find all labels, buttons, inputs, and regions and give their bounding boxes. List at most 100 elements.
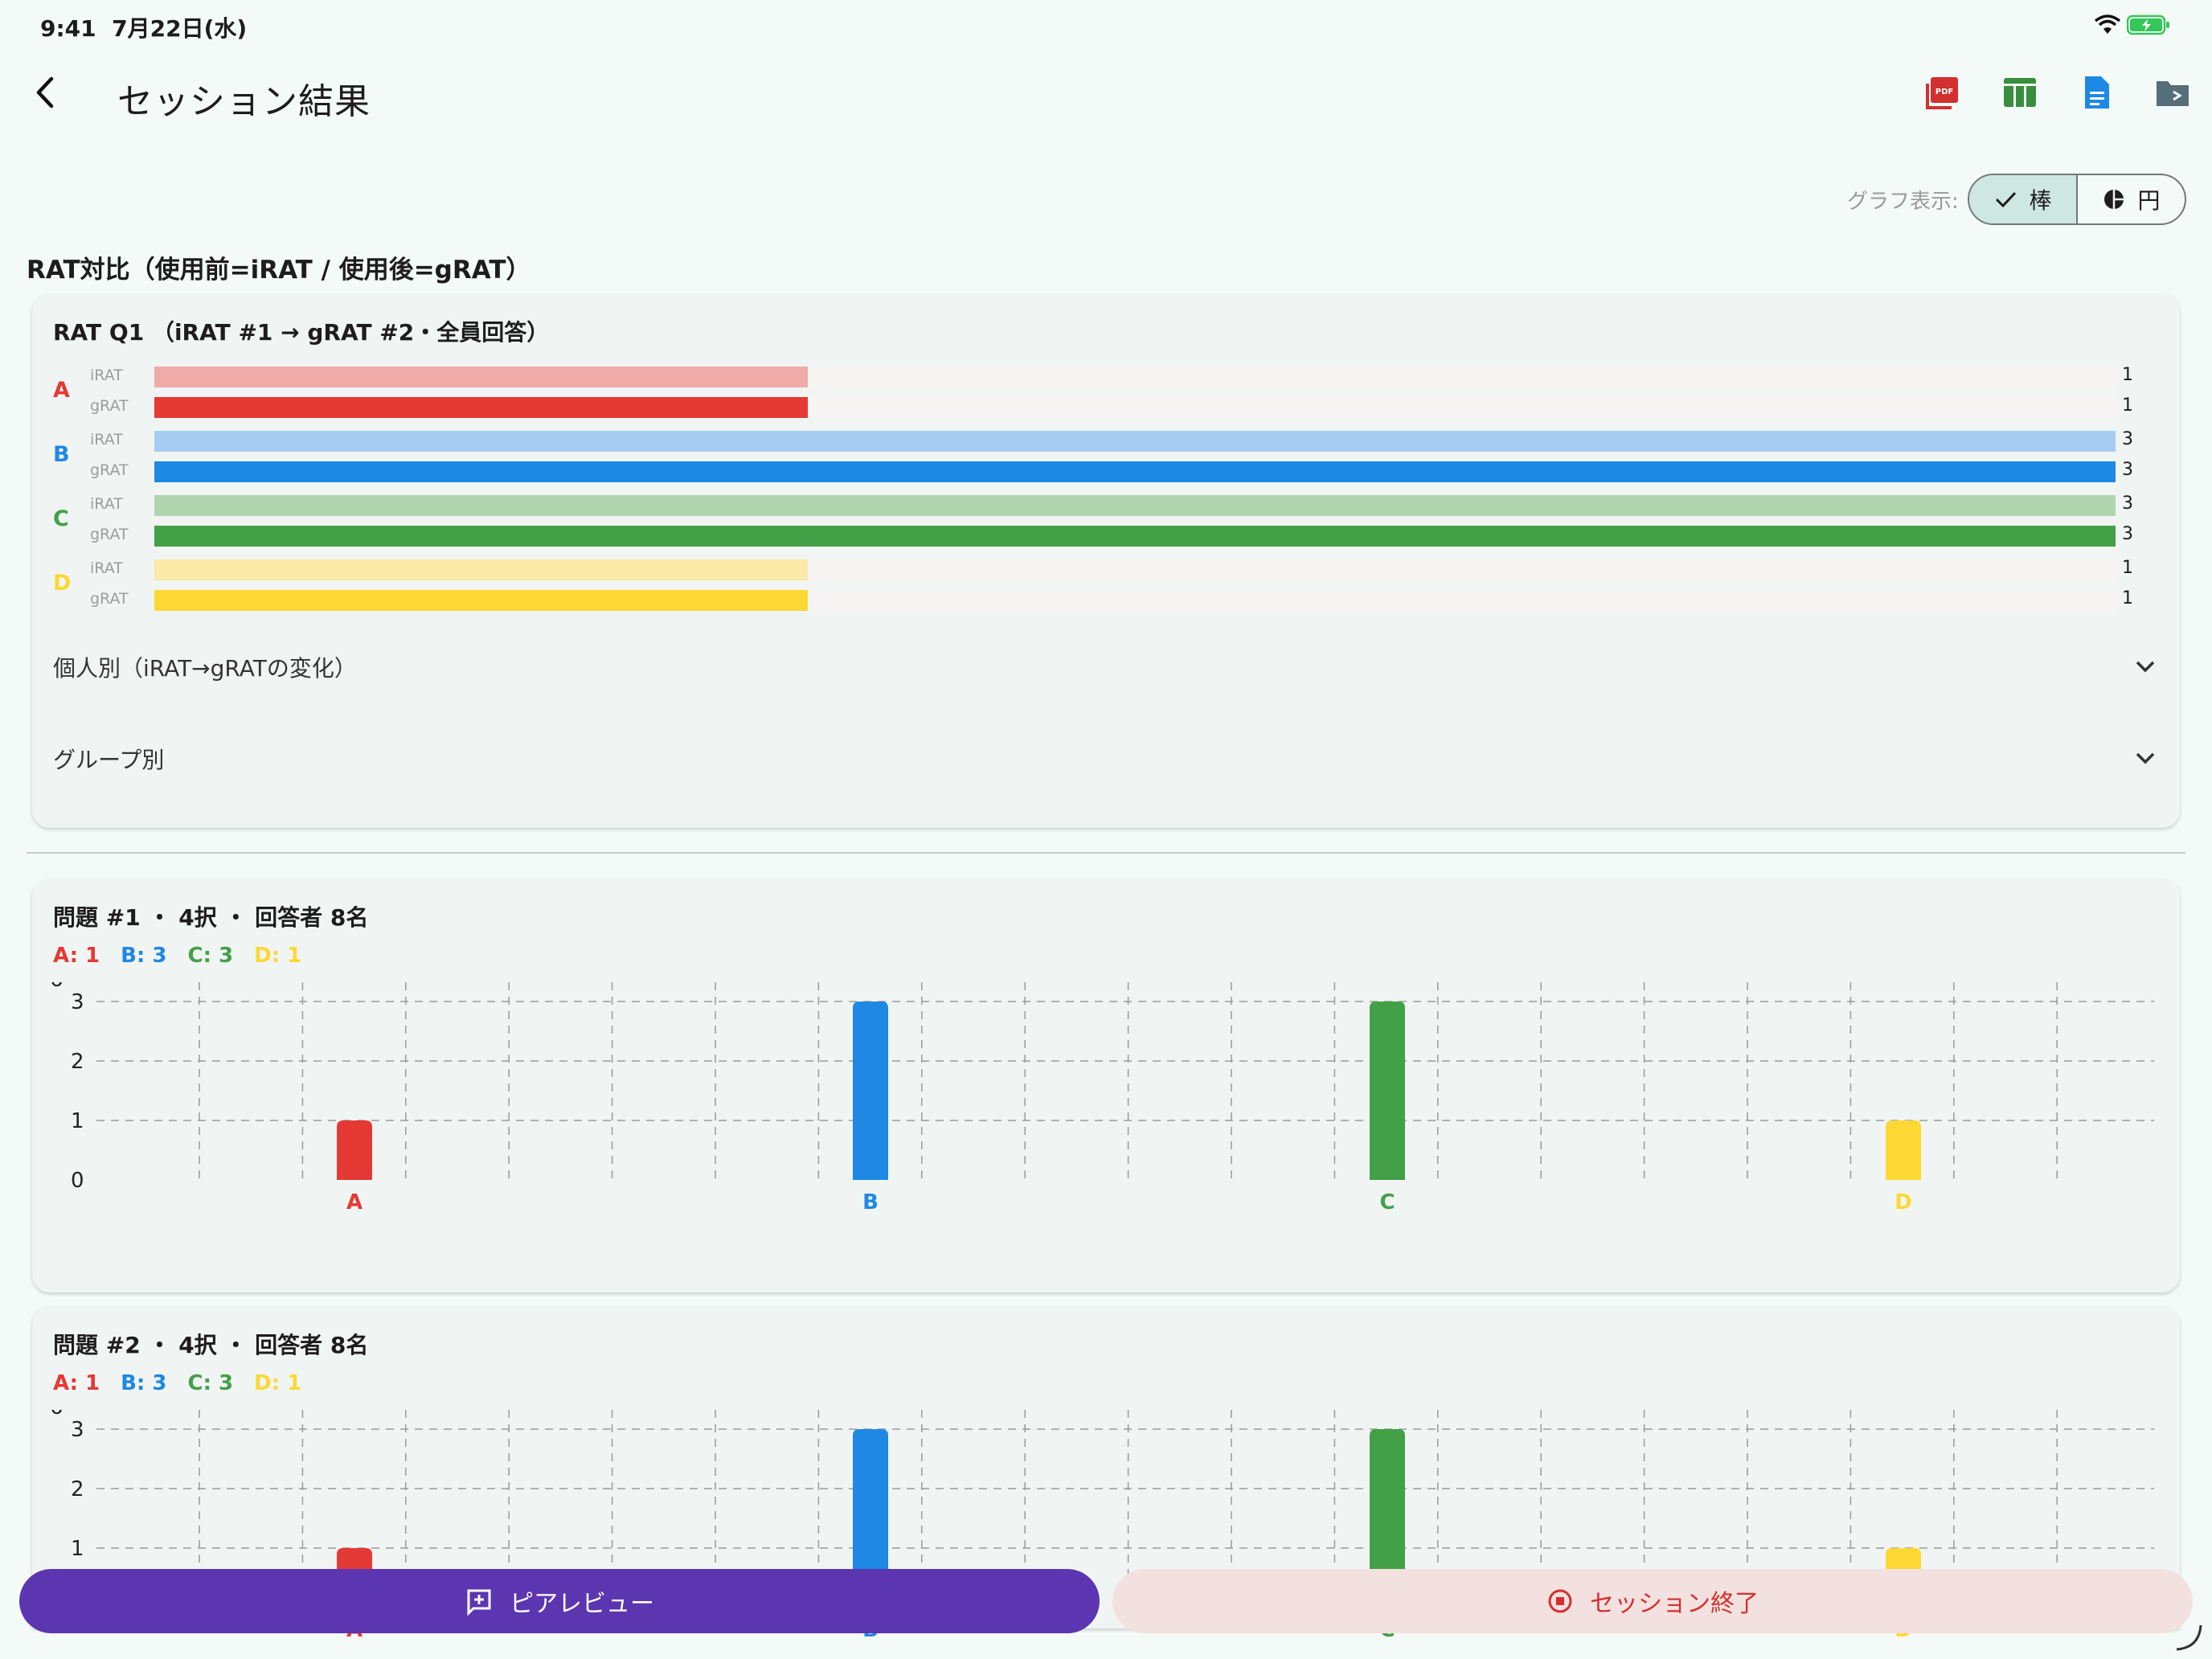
x-tick-label: D bbox=[1895, 1190, 1912, 1215]
answer-counts: A: 1 B: 3 C: 3 D: 1 bbox=[53, 1371, 301, 1395]
count-b: B: 3 bbox=[121, 944, 167, 968]
group-label: グループ別 bbox=[53, 747, 165, 773]
rat-kind-label: gRAT bbox=[90, 461, 129, 479]
question-title: 問題 #1 ・ 4択 ・ 回答者 8名 bbox=[53, 904, 369, 931]
rat-bar-row: iRAT 3 bbox=[32, 429, 2180, 452]
question-card: 問題 #1 ・ 4択 ・ 回答者 8名 A: 1 B: 3 C: 3 D: 1 … bbox=[32, 879, 2180, 1292]
rat-bar-a-grat bbox=[154, 397, 809, 418]
bar-chart-toggle-button[interactable]: 棒 bbox=[1969, 175, 2076, 223]
document-icon[interactable] bbox=[2079, 74, 2116, 111]
rat-bar-b-grat bbox=[154, 461, 2116, 482]
answer-counts: A: 1 B: 3 C: 3 D: 1 bbox=[53, 944, 301, 968]
end-session-button[interactable]: セッション終了 bbox=[1112, 1569, 2193, 1633]
rat-bar-b-irat bbox=[154, 431, 2116, 452]
page-title: セッション結果 bbox=[117, 81, 371, 122]
pie-toggle-label: 円 bbox=[2137, 187, 2161, 214]
y-tick-label: 1 bbox=[71, 1537, 84, 1561]
rat-section-title: RAT対比（使用前=iRAT / 使用後=gRAT） bbox=[27, 256, 531, 285]
rat-kind-label: iRAT bbox=[90, 431, 123, 449]
group-expander[interactable]: グループ別 bbox=[32, 727, 2180, 791]
session-results-screen: 9:41 7月22日(水) セッション結果 PDF グラフ表示: 棒 円 RAT… bbox=[0, 0, 2212, 1659]
folder-export-icon[interactable] bbox=[2154, 74, 2191, 111]
rat-bar-value: 1 bbox=[2122, 395, 2133, 416]
count-d: D: 1 bbox=[254, 1371, 302, 1395]
pdf-icon[interactable]: PDF bbox=[1924, 74, 1961, 111]
app-bar: セッション結果 PDF bbox=[0, 56, 2212, 137]
rat-comparison-card: RAT Q1 （iRAT #1 → gRAT #2・全員回答） AiRAT 1 gR… bbox=[32, 294, 2180, 828]
rat-kind-label: gRAT bbox=[90, 590, 129, 608]
bar-toggle-label: 棒 bbox=[2029, 187, 2052, 214]
wifi-icon bbox=[2094, 14, 2121, 34]
status-bar: 9:41 7月22日(水) bbox=[0, 0, 2212, 53]
rat-card-title: RAT Q1 （iRAT #1 → gRAT #2・全員回答） bbox=[53, 319, 550, 346]
peer-review-button[interactable]: ピアレビュー bbox=[19, 1569, 1100, 1633]
resize-grip-icon bbox=[2176, 1624, 2202, 1651]
rat-kind-label: iRAT bbox=[90, 367, 123, 384]
rat-bar-track bbox=[154, 397, 2116, 418]
rat-bar-track bbox=[154, 526, 2116, 547]
rat-bar-c-grat bbox=[154, 526, 2116, 547]
rat-bar-a-irat bbox=[154, 367, 809, 387]
bar-b bbox=[853, 1002, 888, 1180]
rat-bar-track bbox=[154, 559, 2116, 580]
x-tick-label: C bbox=[1379, 1190, 1395, 1215]
y-tick-label: 3 bbox=[71, 990, 84, 1014]
y-tick-label: 0 bbox=[71, 1169, 84, 1193]
rat-bar-row: iRAT 1 bbox=[32, 558, 2180, 580]
y-tick-label: 2 bbox=[71, 1050, 84, 1074]
rat-kind-label: gRAT bbox=[90, 397, 129, 415]
battery-charging-icon bbox=[2127, 14, 2169, 35]
bar-c bbox=[1370, 1002, 1405, 1180]
y-tick-label: 1 bbox=[71, 1109, 84, 1133]
rat-bar-value: 3 bbox=[2122, 460, 2133, 480]
rat-kind-label: gRAT bbox=[90, 526, 129, 543]
graph-type-toggle: 棒 円 bbox=[1968, 174, 2186, 225]
count-b: B: 3 bbox=[121, 1371, 167, 1395]
rat-bar-track bbox=[154, 367, 2116, 387]
rat-bar-track bbox=[154, 590, 2116, 611]
individual-change-expander[interactable]: 個人別（iRAT→gRATの変化） bbox=[32, 635, 2180, 699]
rat-bar-value: 1 bbox=[2122, 365, 2133, 385]
rat-bar-track bbox=[154, 495, 2116, 516]
count-c: C: 3 bbox=[187, 944, 234, 968]
table-icon[interactable] bbox=[2001, 74, 2038, 111]
question-bar-chart: 0 1 2 36 A B C D bbox=[50, 982, 2154, 1215]
rat-bar-track bbox=[154, 431, 2116, 452]
back-arrow-icon[interactable] bbox=[27, 74, 64, 111]
y-tick-label: 6 bbox=[50, 1410, 63, 1419]
rat-bar-row: gRAT 3 bbox=[32, 524, 2180, 547]
rat-bar-d-irat bbox=[154, 559, 809, 580]
end-session-label: セッション終了 bbox=[1590, 1590, 1759, 1618]
section-divider bbox=[27, 852, 2185, 854]
count-a: A: 1 bbox=[53, 1371, 100, 1395]
rat-bar-c-irat bbox=[154, 495, 2116, 516]
count-c: C: 3 bbox=[187, 1371, 234, 1395]
y-tick-label: 2 bbox=[71, 1477, 84, 1501]
rat-bar-value: 3 bbox=[2122, 524, 2133, 544]
chevron-down-icon bbox=[2136, 752, 2155, 764]
bar-a bbox=[337, 1120, 372, 1180]
rat-bar-track bbox=[154, 461, 2116, 482]
y-tick-label: 6 bbox=[50, 982, 63, 992]
y-tick-label: 3 bbox=[71, 1418, 84, 1442]
status-date: 7月22日(水) bbox=[112, 15, 248, 42]
x-tick-label: B bbox=[862, 1190, 879, 1215]
chevron-down-icon bbox=[2136, 661, 2155, 673]
bar-d bbox=[1886, 1120, 1921, 1180]
rat-bar-value: 3 bbox=[2122, 429, 2133, 449]
rat-bar-row: gRAT 3 bbox=[32, 460, 2180, 482]
add-comment-icon bbox=[467, 1589, 491, 1616]
svg-text:PDF: PDF bbox=[1936, 88, 1953, 96]
status-clock: 9:41 bbox=[40, 15, 96, 42]
rat-kind-label: iRAT bbox=[90, 559, 123, 577]
rat-bar-value: 1 bbox=[2122, 588, 2133, 608]
x-tick-label: A bbox=[346, 1190, 363, 1215]
stop-circle-icon bbox=[1548, 1589, 1572, 1613]
graph-display-label: グラフ表示: bbox=[1847, 190, 1959, 214]
count-d: D: 1 bbox=[254, 944, 302, 968]
rat-bar-row: gRAT 1 bbox=[32, 588, 2180, 611]
rat-bar-row: gRAT 1 bbox=[32, 395, 2180, 418]
pie-chart-toggle-button[interactable]: 円 bbox=[2076, 175, 2185, 223]
peer-review-label: ピアレビュー bbox=[510, 1590, 654, 1618]
check-icon bbox=[1996, 191, 2017, 208]
